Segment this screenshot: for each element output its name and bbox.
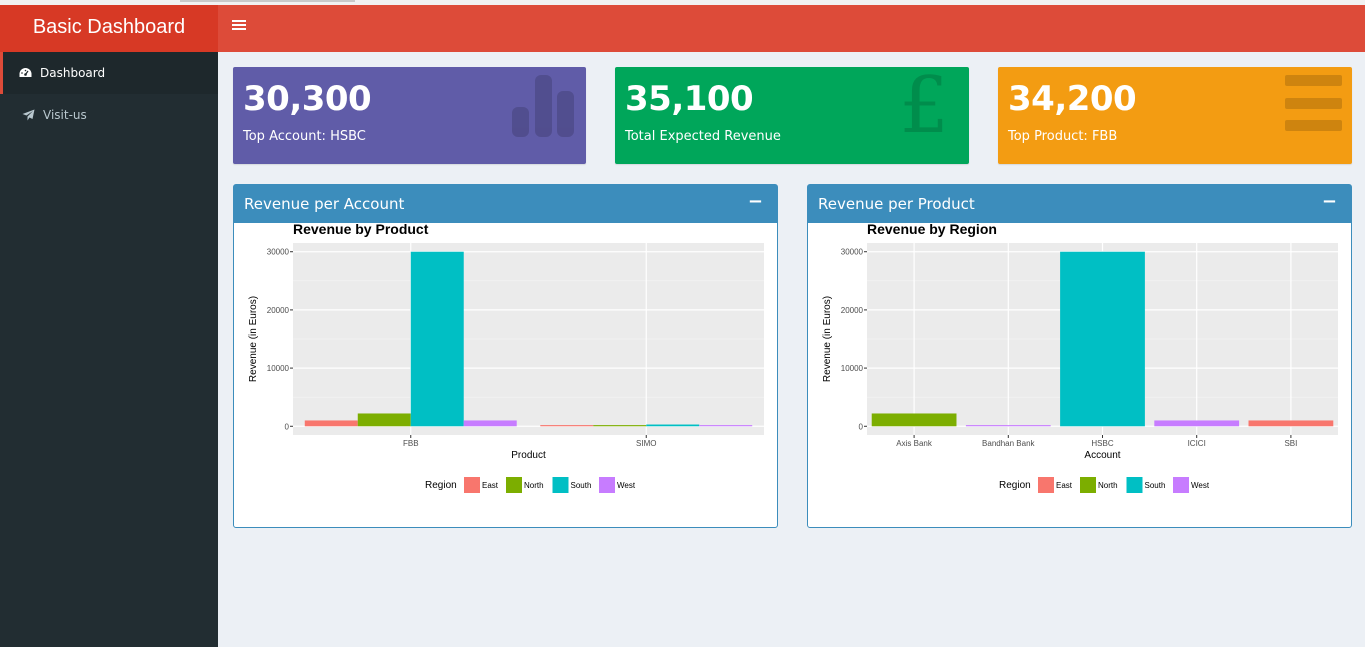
box-title: Revenue per Account: [244, 195, 405, 213]
chart-title: Revenue by Product: [293, 223, 429, 237]
y-tick-label: 20000: [267, 306, 290, 315]
legend-key-south: [1126, 477, 1143, 493]
chart-title: Revenue by Region: [867, 223, 997, 237]
collapse-button[interactable]: −: [1322, 191, 1337, 212]
legend-key-west: [1173, 477, 1189, 493]
info-box-subtitle: Top Account: HSBC: [243, 129, 366, 144]
box-header: Revenue per Product −: [808, 185, 1351, 223]
bar-axis-bank: [871, 413, 957, 427]
legend-label-east: East: [1056, 481, 1073, 490]
legend-key-west: [599, 477, 615, 493]
y-tick-label: 20000: [841, 306, 864, 315]
sidebar: Dashboard Visit-us: [0, 52, 218, 647]
y-axis-label: Revenue (in Euros): [248, 296, 259, 382]
bar-sbi: [1248, 420, 1334, 427]
legend-title: Region: [425, 480, 457, 491]
sidebar-item-label: Dashboard: [40, 66, 106, 80]
info-box-subtitle: Top Product: FBB: [1008, 129, 1118, 144]
x-tick-label: Bandhan Bank: [982, 439, 1035, 448]
top-navbar: [218, 5, 1365, 52]
y-tick-label: 0: [285, 422, 290, 431]
hamburger-icon-line: [232, 28, 246, 30]
y-tick-label: 30000: [841, 248, 864, 257]
legend-key-east: [464, 477, 480, 493]
info-box-top-account: 30,300 Top Account: HSBC: [233, 67, 586, 164]
info-box-subtitle: Total Expected Revenue: [625, 129, 781, 144]
legend-label-east: East: [482, 481, 499, 490]
sidebar-item-label: Visit-us: [43, 108, 87, 122]
pound-icon: £: [899, 67, 949, 151]
bar-bandhan-bank: [965, 425, 1051, 427]
legend-key-south: [552, 477, 569, 493]
bar-fbb-east: [304, 420, 358, 427]
legend-label-north: North: [524, 481, 544, 490]
y-tick-label: 30000: [267, 248, 290, 257]
info-box-value: 30,300: [243, 79, 372, 119]
y-tick-label: 10000: [841, 364, 864, 373]
x-tick-label: SBI: [1284, 439, 1297, 448]
bar-simo-west: [699, 425, 753, 427]
bar-hsbc: [1060, 251, 1145, 427]
scrollbar[interactable]: [180, 0, 355, 2]
x-axis-label: Product: [511, 450, 546, 461]
bar-simo-east: [540, 425, 594, 427]
x-tick-label: ICICI: [1188, 439, 1206, 448]
info-box-value: 34,200: [1008, 79, 1137, 119]
dashboard-icon: [18, 67, 32, 79]
bar-fbb-south: [410, 251, 464, 427]
y-tick-label: 10000: [267, 364, 290, 373]
box-title: Revenue per Product: [818, 195, 975, 213]
legend-label-south: South: [571, 481, 592, 490]
info-box-total-revenue: 35,100 Total Expected Revenue £: [615, 67, 969, 164]
app-logo[interactable]: Basic Dashboard: [0, 5, 218, 52]
hamburger-icon: [232, 20, 246, 22]
legend-label-west: West: [617, 481, 636, 490]
info-box-top-product: 34,200 Top Product: FBB: [998, 67, 1352, 164]
bar-fbb-west: [463, 420, 517, 427]
legend-key-north: [1080, 477, 1096, 493]
list-icon: [1285, 75, 1342, 138]
x-axis-label: Account: [1084, 450, 1120, 461]
box-revenue-per-product: Revenue per Product − Revenue by Region 0…: [807, 184, 1352, 528]
info-box-value: 35,100: [625, 79, 754, 119]
legend-label-west: West: [1191, 481, 1210, 490]
bar-simo-north: [593, 425, 647, 427]
bar-simo-south: [646, 424, 700, 427]
legend-label-south: South: [1145, 481, 1166, 490]
x-tick-label: Axis Bank: [896, 439, 933, 448]
box-revenue-per-account: Revenue per Account − Revenue by Product…: [233, 184, 778, 528]
y-tick-label: 0: [859, 422, 864, 431]
sidebar-toggle[interactable]: [232, 20, 246, 34]
sidebar-item-dashboard[interactable]: Dashboard: [0, 52, 218, 94]
box-header: Revenue per Account −: [234, 185, 777, 223]
legend-key-east: [1038, 477, 1054, 493]
sidebar-item-visit-us[interactable]: Visit-us: [0, 94, 218, 136]
x-tick-label: SIMO: [636, 439, 656, 448]
legend-title: Region: [999, 480, 1031, 491]
collapse-button[interactable]: −: [748, 191, 763, 212]
hamburger-icon-line: [232, 24, 246, 26]
legend-label-north: North: [1098, 481, 1118, 490]
chart-revenue-by-product: Revenue by Product 0 10000 20000 30000 FBB SIM…: [248, 223, 764, 493]
paper-plane-icon: [21, 109, 35, 121]
chart-revenue-by-region: Revenue by Region 0 10000 20000 30000 Axis Ba…: [822, 223, 1338, 493]
x-tick-label: FBB: [403, 439, 419, 448]
bar-icici: [1154, 420, 1240, 427]
bar-chart-icon: [510, 73, 578, 142]
x-tick-label: HSBC: [1091, 439, 1113, 448]
legend-key-north: [506, 477, 522, 493]
bar-fbb-north: [357, 413, 411, 427]
y-axis-label: Revenue (in Euros): [822, 296, 833, 382]
